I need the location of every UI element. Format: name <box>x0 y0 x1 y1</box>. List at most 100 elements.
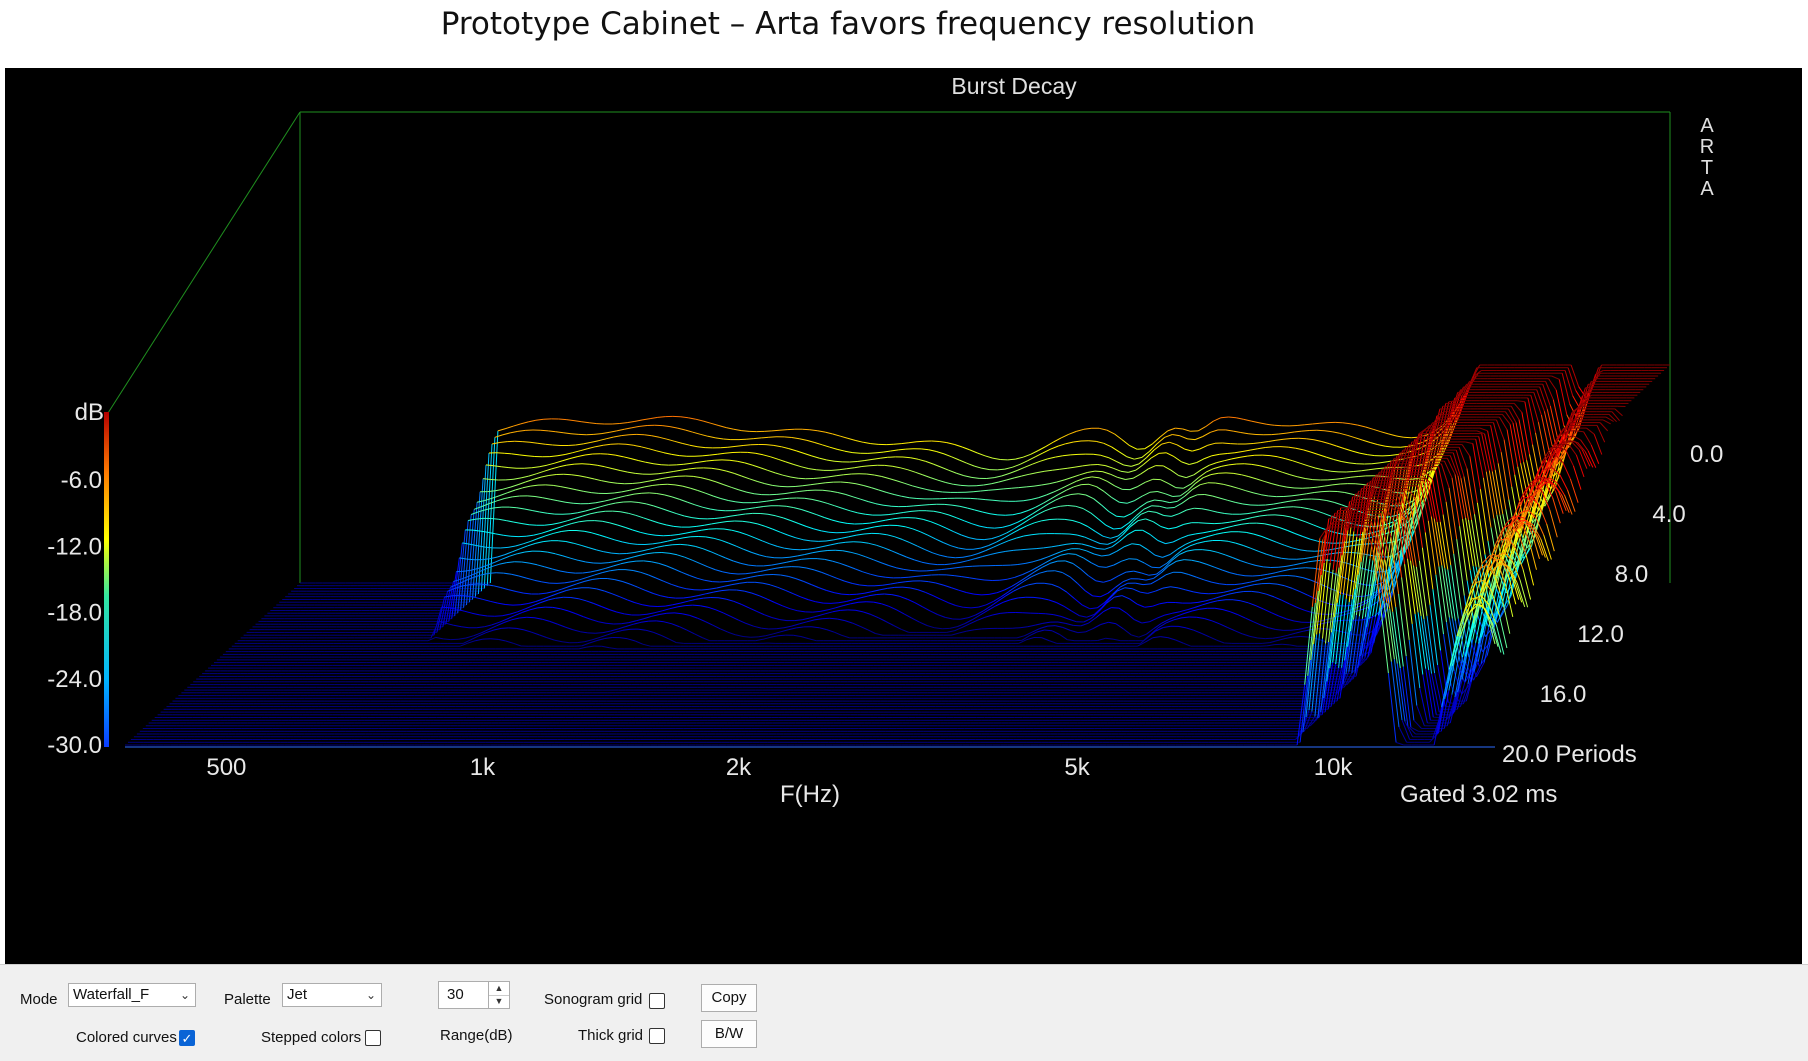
waterfall-curve-segment <box>632 483 640 484</box>
waterfall-curve-segment <box>918 459 926 461</box>
waterfall-curve-segment <box>1002 525 1010 527</box>
waterfall-curve-segment <box>1174 618 1182 620</box>
waterfall-curve-segment <box>797 555 805 557</box>
waterfall-curve-segment <box>1092 477 1100 478</box>
waterfall-curve-segment <box>1294 563 1302 565</box>
waterfall-curve-segment <box>1201 633 1209 636</box>
waterfall-curve-segment <box>1088 527 1096 532</box>
waterfall-curve-segment <box>789 449 797 451</box>
waterfall-curve-segment <box>1294 431 1302 432</box>
waterfall-curve-segment <box>1174 503 1182 507</box>
waterfall-curve-segment <box>614 492 622 493</box>
waterfall-curve-segment <box>1053 506 1061 508</box>
waterfall-curve-segment <box>733 510 741 511</box>
waterfall-curve-segment <box>1544 411 1552 445</box>
waterfall-curve-segment <box>651 562 659 564</box>
waterfall-curve-segment <box>1021 549 1029 550</box>
waterfall-curve-segment <box>1260 515 1268 516</box>
waterfall-curve-segment <box>1273 503 1281 504</box>
waterfall-curve-segment <box>1013 464 1021 467</box>
waterfall-curve-segment <box>1195 437 1203 440</box>
waterfall-curve-segment <box>1292 548 1300 550</box>
waterfall-curve-segment <box>1261 625 1269 628</box>
waterfall-curve-segment <box>546 533 554 535</box>
waterfall-curve-segment <box>981 546 989 549</box>
waterfall-curve-segment <box>1381 432 1389 434</box>
waterfall-curve-segment <box>941 599 949 602</box>
waterfall-curve-segment <box>693 605 701 606</box>
waterfall-curve-segment <box>503 535 511 536</box>
waterfall-curve-segment <box>1020 461 1028 465</box>
waterfall-curve-segment <box>577 581 585 583</box>
waterfall-curve-segment <box>1125 588 1133 589</box>
waterfall-curve-segment <box>679 587 687 589</box>
waterfall-curve-segment <box>703 421 711 423</box>
waterfall-curve-segment <box>504 573 512 574</box>
waterfall-curve-segment <box>1080 473 1088 475</box>
waterfall-curve-segment <box>1517 401 1525 402</box>
waterfall-curve-segment <box>512 496 520 497</box>
waterfall-curve-segment <box>922 505 930 506</box>
waterfall-curve-segment <box>799 567 807 568</box>
waterfall-curve-segment <box>902 539 910 542</box>
waterfall-curve-segment <box>705 621 713 625</box>
waterfall-curve-segment <box>1158 492 1166 494</box>
waterfall-curve-segment <box>1130 487 1138 490</box>
waterfall-curve-segment <box>680 601 688 603</box>
waterfall-curve-segment <box>555 554 563 556</box>
waterfall-curve-segment <box>1107 430 1115 434</box>
waterfall-curve-segment <box>541 531 549 533</box>
waterfall-curve-segment <box>585 454 593 455</box>
waterfall-curve-segment <box>571 475 579 476</box>
waterfall-curve-segment <box>1108 541 1116 544</box>
waterfall-curve-segment <box>576 614 584 617</box>
waterfall-curve-segment <box>1103 472 1111 475</box>
waterfall-curve-segment <box>838 542 846 543</box>
waterfall-curve-segment <box>1186 628 1194 630</box>
waterfall-curve-segment <box>818 483 826 484</box>
waterfall-curve-segment <box>743 637 751 638</box>
waterfall-curve-segment <box>811 541 819 542</box>
colorbar <box>104 412 109 747</box>
waterfall-curve-segment <box>944 504 952 505</box>
waterfall-curve-segment <box>716 438 724 439</box>
waterfall-curve-segment <box>643 518 651 521</box>
waterfall-curve-segment <box>663 477 671 478</box>
waterfall-curve-segment <box>775 473 783 475</box>
waterfall-curve-segment <box>606 437 614 439</box>
waterfall-curve-segment <box>803 485 811 486</box>
waterfall-curve-segment <box>1078 583 1086 590</box>
waterfall-curve-segment <box>885 519 893 520</box>
waterfall-curve-segment <box>855 569 863 572</box>
waterfall-curve-segment <box>1021 511 1029 514</box>
waterfall-curve-segment <box>1377 468 1385 469</box>
waterfall-curve-segment <box>565 453 573 455</box>
waterfall-curve-segment <box>491 480 499 481</box>
waterfall-curve-segment <box>503 487 511 489</box>
waterfall-curve-segment <box>620 471 628 473</box>
waterfall-curve-segment <box>1089 618 1097 624</box>
waterfall-curve-segment <box>882 525 890 526</box>
waterfall-curve-segment <box>894 495 902 497</box>
waterfall-curve-segment <box>1299 628 1307 630</box>
waterfall-curve-segment <box>1276 439 1284 440</box>
waterfall-curve-segment <box>944 585 952 588</box>
waterfall-curve-segment <box>1204 619 1212 621</box>
waterfall-curve-segment <box>914 505 922 506</box>
waterfall-curve-segment <box>1187 607 1195 609</box>
waterfall-curve-segment <box>1229 417 1237 418</box>
waterfall-curve-segment <box>894 444 902 445</box>
waterfall-curve-segment <box>904 569 912 570</box>
waterfall-curve-segment <box>1278 507 1286 508</box>
waterfall-curve-segment <box>538 607 546 608</box>
waterfall-curve-segment <box>932 441 940 442</box>
waterfall-curve-segment <box>490 601 498 603</box>
waterfall-curve-segment <box>926 461 934 464</box>
waterfall-curve-segment <box>1200 445 1208 449</box>
waterfall-curve-segment <box>1291 568 1299 569</box>
waterfall-curve-segment <box>1510 424 1518 466</box>
waterfall-curve-segment <box>1253 576 1261 577</box>
waterfall-curve-segment <box>1240 514 1248 515</box>
waterfall-curve-segment <box>1170 501 1178 502</box>
waterfall-curve-segment <box>1280 528 1288 531</box>
